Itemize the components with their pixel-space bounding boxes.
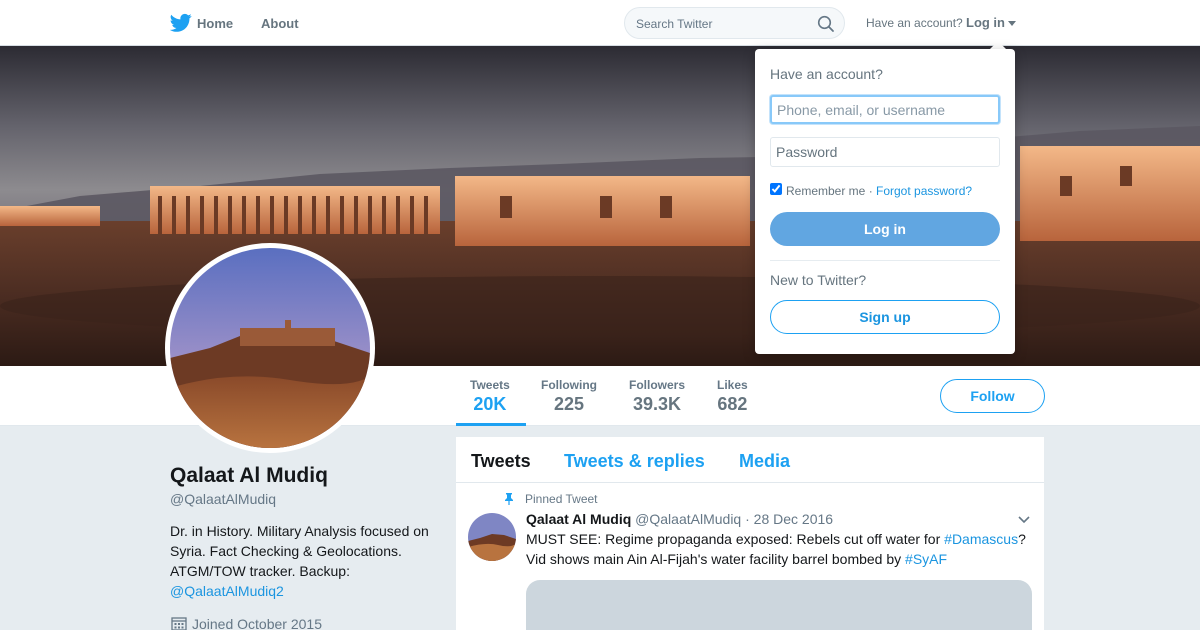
- stat-followers-value: 39.3K: [632, 394, 682, 414]
- bio-text: Dr. in History. Military Analysis focuse…: [170, 523, 429, 579]
- have-account-text: Have an account?: [866, 16, 963, 30]
- timeline-tabs: Tweets Tweets & replies Media: [456, 437, 1044, 483]
- caret-down-icon[interactable]: [1008, 21, 1016, 26]
- joined-date: Joined October 2015: [192, 616, 322, 630]
- login-dropdown-toggle[interactable]: Log in: [966, 15, 1005, 30]
- tweet-author-avatar[interactable]: [468, 513, 516, 561]
- profile-handle[interactable]: @QalaatAlMudiq: [170, 491, 276, 507]
- active-stat-indicator: [456, 423, 526, 426]
- pinned-tweet-label: Pinned Tweet: [525, 492, 598, 506]
- username-field[interactable]: [770, 95, 1000, 124]
- stat-likes[interactable]: Likes 682: [717, 378, 748, 415]
- tweet-date[interactable]: 28 Dec 2016: [754, 511, 833, 527]
- nav-about-link[interactable]: About: [261, 16, 299, 31]
- search-icon[interactable]: [817, 15, 835, 33]
- login-button[interactable]: Log in: [770, 212, 1000, 246]
- stat-following-value: 225: [553, 394, 585, 414]
- stat-tweets-value: 20K: [473, 394, 507, 414]
- stat-likes-value: 682: [717, 394, 748, 414]
- tab-tweets[interactable]: Tweets: [471, 451, 531, 472]
- login-dropdown: Have an account? Remember me · Forgot pa…: [755, 49, 1015, 354]
- stat-tweets-label: Tweets: [470, 378, 510, 392]
- twitter-bird-icon[interactable]: [170, 13, 192, 33]
- dropdown-title: Have an account?: [770, 66, 883, 82]
- stat-followers[interactable]: Followers 39.3K: [629, 378, 685, 415]
- tab-tweets-replies[interactable]: Tweets & replies: [564, 451, 705, 472]
- top-navigation-bar: Home About Have an account? Log in: [0, 0, 1200, 46]
- remember-me-checkbox[interactable]: [770, 183, 782, 195]
- stat-followers-label: Followers: [629, 378, 686, 392]
- tweet-separator: ·: [745, 511, 750, 527]
- calendar-icon: [171, 617, 187, 630]
- stat-following[interactable]: Following 225: [541, 378, 597, 415]
- stat-tweets[interactable]: Tweets 20K: [470, 378, 510, 415]
- search-box[interactable]: [624, 7, 845, 39]
- new-to-twitter-text: New to Twitter?: [770, 272, 867, 288]
- signup-button[interactable]: Sign up: [770, 300, 1000, 334]
- stat-likes-label: Likes: [717, 378, 748, 392]
- follow-button[interactable]: Follow: [940, 379, 1045, 413]
- profile-name[interactable]: Qalaat Al Mudiq: [170, 464, 328, 488]
- tweet-media-preview[interactable]: [526, 580, 1032, 630]
- stat-following-label: Following: [541, 378, 597, 392]
- hashtag-syaf-link[interactable]: #SyAF: [905, 551, 947, 567]
- avatar-image: [170, 248, 370, 448]
- search-input[interactable]: [636, 15, 806, 33]
- tweet-text: MUST SEE: Regime propaganda exposed: Reb…: [526, 529, 1031, 569]
- profile-bio: Dr. in History. Military Analysis focuse…: [170, 521, 440, 601]
- tab-media[interactable]: Media: [739, 451, 790, 472]
- chevron-down-icon[interactable]: [1018, 516, 1030, 524]
- tweet-author-handle[interactable]: @QalaatAlMudiq: [635, 511, 741, 527]
- tweet-header: Qalaat Al Mudiq @QalaatAlMudiq · 28 Dec …: [526, 511, 833, 527]
- pin-icon: [505, 493, 513, 505]
- hashtag-damascus-link[interactable]: #Damascus: [944, 531, 1018, 547]
- remember-me-label: Remember me ·: [786, 184, 873, 198]
- tweet-author-name[interactable]: Qalaat Al Mudiq: [526, 511, 631, 527]
- bio-mention-link[interactable]: @QalaatAlMudiq2: [170, 583, 284, 599]
- tweet-text-part-1: MUST SEE: Regime propaganda exposed: Reb…: [526, 531, 941, 547]
- profile-avatar[interactable]: [165, 243, 375, 453]
- timeline: Tweets Tweets & replies Media Pinned Twe…: [456, 437, 1044, 630]
- nav-home-link[interactable]: Home: [197, 16, 233, 31]
- forgot-password-link[interactable]: Forgot password?: [876, 184, 972, 198]
- dropdown-divider: [770, 260, 1000, 261]
- password-field[interactable]: [770, 137, 1000, 167]
